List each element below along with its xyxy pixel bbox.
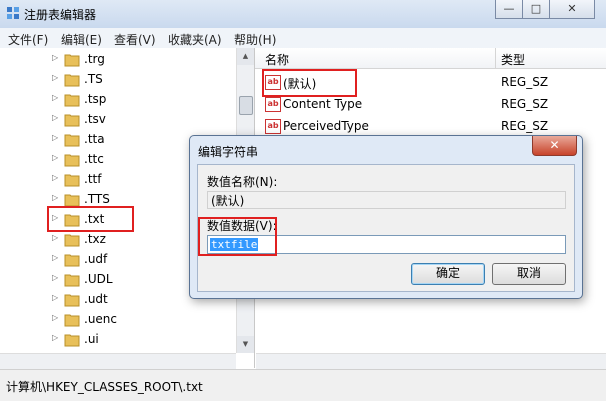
- tree-item-label: .udf: [84, 252, 108, 266]
- value-name-field: (默认): [207, 191, 566, 209]
- value-type: REG_SZ: [501, 97, 549, 111]
- tree-item-label: .uenc: [84, 312, 118, 326]
- expand-arrow-icon[interactable]: ▷: [52, 293, 58, 302]
- highlight-value-data: [198, 217, 277, 256]
- tree-item[interactable]: ▷ .trg: [0, 50, 236, 70]
- string-value-icon: ab: [265, 97, 281, 112]
- dialog-title: 编辑字符串: [198, 145, 259, 159]
- expand-arrow-icon[interactable]: ▷: [52, 313, 58, 322]
- tree-item-label: .udt: [84, 292, 108, 306]
- expand-arrow-icon[interactable]: ▷: [52, 193, 58, 202]
- expand-arrow-icon[interactable]: ▷: [52, 73, 58, 82]
- tree-item[interactable]: ▷ .uenc: [0, 310, 236, 330]
- folder-icon: [64, 94, 80, 107]
- dialog-close-button[interactable]: ✕: [532, 136, 577, 156]
- tree-item[interactable]: ▷ .tsv: [0, 110, 236, 130]
- expand-arrow-icon[interactable]: ▷: [52, 153, 58, 162]
- highlight-txt-key: [47, 206, 134, 232]
- folder-icon: [64, 174, 80, 187]
- title-bar: 注册表编辑器 — □ ✕: [0, 0, 606, 28]
- folder-icon: [64, 274, 80, 287]
- tree-item-label: .ttc: [84, 152, 104, 166]
- tree-horizontal-scrollbar[interactable]: [0, 353, 236, 369]
- expand-arrow-icon[interactable]: ▷: [52, 133, 58, 142]
- value-name: PerceivedType: [283, 119, 369, 133]
- tree-item-label: .tsv: [84, 112, 106, 126]
- folder-icon: [64, 54, 80, 67]
- expand-arrow-icon[interactable]: ▷: [52, 173, 58, 182]
- value-type: REG_SZ: [501, 75, 549, 89]
- tree-item-label: .txz: [84, 232, 106, 246]
- column-name-header[interactable]: 名称: [265, 51, 289, 68]
- menu-view[interactable]: 查看(V): [114, 31, 156, 48]
- folder-icon: [64, 154, 80, 167]
- status-path: 计算机\HKEY_CLASSES_ROOT\.txt: [6, 380, 203, 394]
- scroll-down-icon[interactable]: ▼: [237, 336, 254, 353]
- menu-file[interactable]: 文件(F): [8, 31, 48, 48]
- tree-item-label: .tsp: [84, 92, 107, 106]
- expand-arrow-icon[interactable]: ▷: [52, 253, 58, 262]
- tree-item-label: .ttf: [84, 172, 102, 186]
- expand-arrow-icon[interactable]: ▷: [52, 273, 58, 282]
- tree-item-label: .ui: [84, 332, 99, 346]
- minimize-button[interactable]: —: [495, 0, 523, 19]
- expand-arrow-icon[interactable]: ▷: [52, 113, 58, 122]
- column-type-header[interactable]: 类型: [501, 51, 525, 68]
- cancel-button[interactable]: 取消: [492, 263, 566, 285]
- folder-icon: [64, 234, 80, 247]
- string-value-icon: ab: [265, 119, 281, 134]
- list-header: 名称 类型: [255, 48, 606, 69]
- tree-item[interactable]: ▷ .tsp: [0, 90, 236, 110]
- status-bar: 计算机\HKEY_CLASSES_ROOT\.txt: [0, 369, 606, 401]
- value-name-label: 数值名称(N):: [207, 175, 278, 189]
- tree-item[interactable]: ▷ .ui: [0, 330, 236, 350]
- scroll-up-icon[interactable]: ▲: [237, 48, 254, 65]
- folder-icon: [64, 334, 80, 347]
- menu-help[interactable]: 帮助(H): [234, 31, 276, 48]
- list-horizontal-scrollbar[interactable]: [256, 353, 606, 369]
- expand-arrow-icon[interactable]: ▷: [52, 53, 58, 62]
- tree-item[interactable]: ▷ .TS: [0, 70, 236, 90]
- expand-arrow-icon[interactable]: ▷: [52, 333, 58, 342]
- expand-arrow-icon[interactable]: ▷: [52, 233, 58, 242]
- column-divider[interactable]: [495, 48, 496, 68]
- highlight-default-value: [262, 69, 357, 97]
- tree-item-label: .TS: [84, 72, 103, 86]
- folder-icon: [64, 114, 80, 127]
- list-item[interactable]: ab PerceivedType REG_SZ: [255, 116, 606, 137]
- list-item[interactable]: ab Content Type REG_SZ: [255, 94, 606, 115]
- menu-bar: 文件(F) 编辑(E) 查看(V) 收藏夹(A) 帮助(H): [0, 28, 606, 49]
- expand-arrow-icon[interactable]: ▷: [52, 93, 58, 102]
- tree-item-label: .TTS: [84, 192, 110, 206]
- scroll-thumb[interactable]: [239, 96, 253, 115]
- tree-item-label: .UDL: [84, 272, 113, 286]
- maximize-button[interactable]: □: [522, 0, 550, 19]
- ok-button[interactable]: 确定: [411, 263, 485, 285]
- menu-favorites[interactable]: 收藏夹(A): [168, 31, 222, 48]
- folder-icon: [64, 74, 80, 87]
- folder-icon: [64, 194, 80, 207]
- window-title: 注册表编辑器: [24, 8, 97, 22]
- menu-edit[interactable]: 编辑(E): [61, 31, 102, 48]
- folder-icon: [64, 134, 80, 147]
- tree-item-label: .trg: [84, 52, 105, 66]
- registry-editor-icon: [7, 7, 19, 19]
- folder-icon: [64, 254, 80, 267]
- folder-icon: [64, 314, 80, 327]
- value-type: REG_SZ: [501, 119, 549, 133]
- folder-icon: [64, 294, 80, 307]
- close-button[interactable]: ✕: [549, 0, 595, 19]
- tree-item-label: .tta: [84, 132, 105, 146]
- value-name: Content Type: [283, 97, 363, 111]
